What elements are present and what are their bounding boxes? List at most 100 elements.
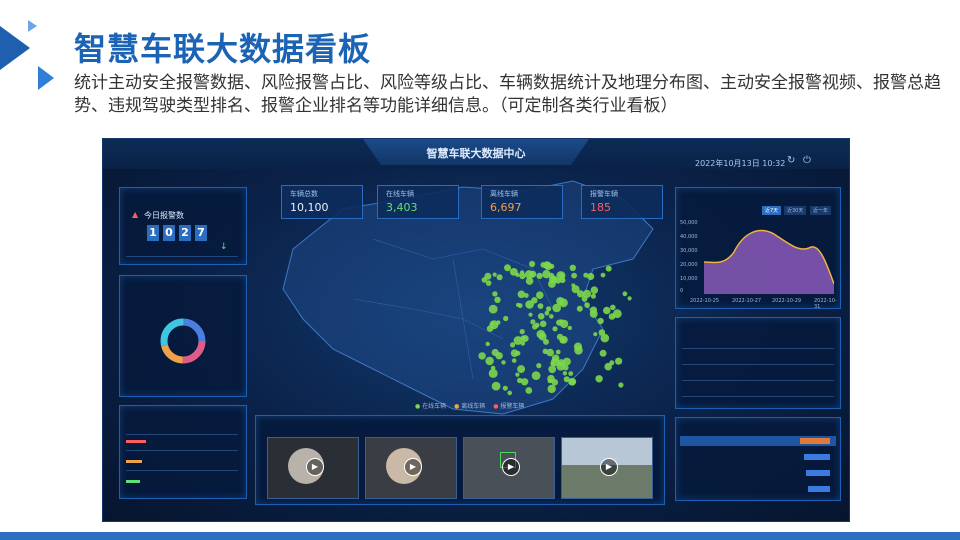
video-thumbnail-1[interactable]: ▶ [267,437,359,499]
risk-row-divider-1 [126,434,238,435]
vehicle-dot [538,332,547,341]
play-icon[interactable]: ▶ [600,458,618,476]
vehicle-dot [517,303,523,309]
decor-triangle-large [0,26,30,70]
vehicle-dot [523,293,529,298]
vehicle-dot [547,384,556,394]
vehicle-dot [568,371,574,376]
vehicle-dot [511,358,517,363]
trend-tab-30days[interactable]: 近30天 [784,206,807,215]
vehicle-dot [536,291,544,299]
vehicle-dot [504,264,511,272]
panel-risk-level [119,405,247,499]
vehicle-dot [510,342,516,348]
trend-y-tick-6: 0 [680,288,684,294]
trend-tab-7days[interactable]: 近7天 [762,206,782,215]
risk-row-divider-3 [126,470,238,471]
stat-label-total: 车辆总数 [290,190,318,198]
vehicle-dot [515,350,521,356]
vehicle-dot [485,341,490,347]
trend-y-tick-2: 40,000 [680,234,698,240]
refresh-icon[interactable]: ↻ [787,156,795,166]
vehicle-dot [530,319,536,325]
enterprise-bar-3 [806,470,830,476]
vehicle-dot [519,270,525,275]
legend-offline-label: 离线车辆 [461,403,486,410]
video-thumbnail-4[interactable]: ▶ [561,437,653,499]
vehicle-dot [525,300,534,309]
slide-title: 智慧车联大数据看板 [74,30,372,68]
stat-card-alarm[interactable]: 报警车辆 185 [581,185,663,219]
vehicle-dot [622,291,628,297]
vehicle-dot [559,298,568,308]
legend-online-dot: ● [415,403,421,410]
vehicle-dot [490,321,495,326]
video-thumbnail-2[interactable]: ▶ [365,437,457,499]
play-icon[interactable]: ▶ [306,458,324,476]
map-legend: ● 在线车辆 ● 离线车辆 ● 报警车辆 [415,401,524,410]
stat-label-offline: 离线车辆 [490,190,518,198]
vehicle-dot [559,272,564,278]
slide-description: 统计主动安全报警数据、风险报警占比、风险等级占比、车辆数据统计及地理分布图、主动… [74,73,941,116]
alarm-digit-3: 2 [179,225,191,241]
panel-enterprise-ranking [675,417,841,501]
rank-divider-4 [682,396,834,397]
vehicle-dot [555,349,561,355]
vehicle-dot [491,381,501,391]
vehicle-dot [551,379,559,386]
dashboard-datetime: 2022年10月13日 10:32 [695,159,786,168]
vehicle-dot [525,387,533,394]
power-icon[interactable]: ⏻ [803,156,811,166]
trend-y-tick-3: 30,000 [680,248,698,254]
vehicle-dot [562,357,571,366]
play-icon[interactable]: ▶ [502,458,520,476]
risk-low-bar [126,480,140,483]
trend-area-chart [704,229,834,294]
rank-divider-1 [682,348,834,349]
vehicle-dot [610,304,616,311]
vehicle-dot [605,265,612,272]
trend-y-tick-5: 10,000 [680,276,698,282]
vehicle-dot [587,272,595,281]
trend-tab-year[interactable]: 近一年 [810,206,832,215]
stat-card-offline[interactable]: 离线车辆 6,697 [481,185,563,219]
dashboard-screenshot: 智慧车联大数据中心 2022年10月13日 10:32 ↻ ⏻ ● 在线车辆 ●… [102,138,850,522]
vehicle-dot [571,285,580,294]
stat-card-online[interactable]: 在线车辆 3,403 [377,185,459,219]
trend-x-tick-2: 2022-10-27 [732,298,762,304]
vehicle-dot [593,332,598,337]
vehicle-dot [590,286,599,294]
trend-x-tick-3: 2022-10-29 [772,298,802,304]
vehicle-dot [529,260,536,268]
vehicle-dot [562,371,568,376]
today-alarm-label: 今日报警数 [144,211,184,220]
vehicle-dot [547,378,553,384]
vehicle-dot [536,363,542,369]
dashboard-title-box: 智慧车联大数据中心 [363,139,589,165]
video-thumbnail-3[interactable]: ▶ [463,437,555,499]
vehicle-dot [501,360,506,365]
vehicle-dot [521,335,529,342]
alarm-digit-2: 0 [163,225,175,241]
vehicle-dot [559,319,569,329]
legend-online-label: 在线车辆 [422,403,447,410]
vehicle-dot [600,272,606,278]
trend-y-tick-4: 20,000 [680,262,698,268]
alarm-bell-icon: ▲ [132,210,139,219]
vehicle-dot [590,293,596,299]
decor-triangle-small [28,20,37,32]
dashboard-header: 智慧车联大数据中心 2022年10月13日 10:32 ↻ ⏻ [103,139,849,169]
vehicle-dot [548,272,555,279]
vehicle-dot [520,378,529,386]
vehicle-dot [562,364,569,371]
play-icon[interactable]: ▶ [404,458,422,476]
trend-y-tick-1: 50,000 [680,220,698,226]
vehicle-dot [571,272,577,279]
vehicle-dot [555,278,561,284]
vehicle-dot [529,270,537,278]
vehicle-dot [528,312,533,317]
stat-card-total[interactable]: 车辆总数 10,100 [281,185,363,219]
vehicle-dot [549,314,554,319]
vehicle-dot [520,341,526,346]
vehicle-dot [595,375,603,383]
